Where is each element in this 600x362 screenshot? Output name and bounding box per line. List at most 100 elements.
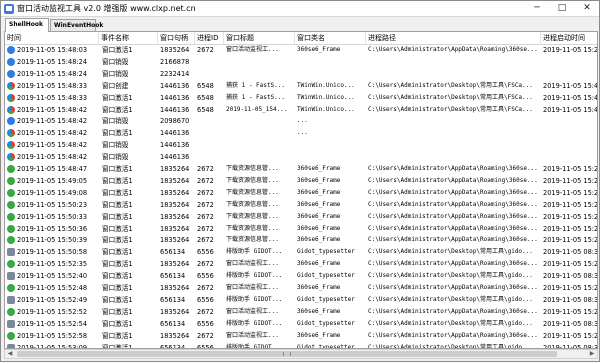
- table-row[interactable]: 2019-11-05 15:48:33 窗口创建 1446136 6548 捕获 1 -…: [5, 81, 597, 91]
- table-row[interactable]: 2019-11-05 15:50:58 窗口激活1 656134 6556 排版助手 G…: [5, 247, 598, 257]
- multicolor-icon: [7, 93, 15, 102]
- minimize-button[interactable]: ─: [525, 1, 549, 16]
- table-row[interactable]: 2019-11-05 15:52:54 窗口激活1 656134 6556 排版助手 G…: [5, 319, 597, 329]
- cell-path: [366, 128, 540, 138]
- cell-start-time: 2019-11-05 08:3: [543, 272, 598, 281]
- column-header-start-time[interactable]: 进程启动时间: [541, 32, 597, 45]
- cell-pid: 2672: [197, 236, 214, 245]
- cell-pid: [195, 128, 223, 138]
- column-header-class[interactable]: 窗口类名: [295, 32, 366, 45]
- cell-event: 窗口激活1: [102, 236, 133, 245]
- horizontal-scrollbar[interactable]: ◀ ▶: [4, 349, 598, 359]
- cell-start-time: 2019-11-05 15:2: [543, 307, 598, 316]
- tab-shellhook[interactable]: ShellHook: [5, 18, 49, 32]
- table-row[interactable]: 2019-11-05 15:52:48 窗口激活1 1835264 2672 窗口活动监…: [5, 283, 597, 293]
- cell-path: C:\Users\Administrator\AppData\Roaming\3…: [368, 236, 538, 244]
- event-list[interactable]: 时间 事件名称 窗口句柄 进程ID 窗口标题 窗口类名 进程路径 进程启动时间 …: [4, 31, 598, 349]
- cell-pid: [195, 152, 223, 162]
- table-row[interactable]: 2019-11-05 15:48:42 窗口销毁 1446136: [5, 152, 597, 162]
- cell-handle: 1446136: [160, 81, 190, 90]
- cell-path: [366, 69, 540, 79]
- cell-handle: 2098670: [160, 117, 190, 126]
- scroll-left-arrow-icon[interactable]: ◀: [5, 350, 15, 358]
- table-row[interactable]: 2019-11-05 15:50:33 窗口激活1 1835264 2672 下载资源信…: [5, 212, 598, 222]
- table-row[interactable]: 2019-11-05 15:48:33 窗口激活1 1446136 6548 捕获 1 …: [5, 93, 597, 103]
- title-bar[interactable]: 窗口活动监视工具 v2.0 增强版 www.clxp.net.cn ─ □ ✕: [1, 1, 599, 17]
- cell-start-time: 2019-11-05 15:2: [543, 212, 598, 221]
- cell-handle: 1835264: [160, 284, 190, 292]
- cell-pid: 6556: [197, 272, 214, 281]
- cell-event: 窗口激活1: [102, 284, 133, 292]
- cell-handle: 2232414: [160, 69, 190, 78]
- table-row[interactable]: 2019-11-05 15:49:08 窗口激活1 1835264 2672 下载资源信…: [5, 188, 597, 198]
- cell-window-title: 排版助手 GIDOT...: [226, 248, 283, 256]
- cell-class: ...: [297, 129, 308, 137]
- green-globe-icon: [7, 284, 15, 292]
- cell-class: 360se6_Frame: [297, 212, 341, 220]
- green-globe-icon: [7, 200, 15, 209]
- cell-start-time: 2019-11-05 15:2: [543, 46, 598, 54]
- column-header-time[interactable]: 时间: [5, 32, 99, 45]
- column-header-window-title[interactable]: 窗口标题: [224, 32, 295, 45]
- cell-class: Gidot_typesetter: [297, 295, 355, 303]
- cell-pid: 6548: [197, 105, 214, 114]
- cell-path: C:\Users\Administrator\AppData\Roaming\3…: [368, 284, 538, 291]
- cell-class: 360se6_Frame: [297, 165, 341, 172]
- table-row[interactable]: 2019-11-05 15:52:35 窗口激活1 1835264 2672 窗口活动监…: [5, 259, 597, 269]
- cell-path: C:\Users\Administrator\Desktop\常用工具\gido…: [368, 248, 533, 256]
- table-row[interactable]: 2019-11-05 15:48:42 窗口激活1 1446136...: [5, 128, 597, 138]
- cell-event: 窗口激活1: [102, 176, 133, 185]
- cell-window-title: 下载资源信息管...: [226, 236, 279, 244]
- cell-handle: 1446136: [160, 141, 190, 150]
- cell-path: C:\Users\Administrator\AppData\Roaming\3…: [368, 200, 538, 208]
- table-row[interactable]: 2019-11-05 15:48:47 窗口激活1 1835264 2672 下载资源信…: [5, 164, 597, 174]
- tab-wineventhook[interactable]: WinEventHook: [50, 19, 103, 31]
- table-row[interactable]: 2019-11-05 15:52:49 窗口激活1 656134 6556 排版助手 G…: [5, 295, 597, 305]
- cell-start-time: 2019-11-05 15:4: [543, 105, 598, 114]
- cell-start-time: 2019-11-05 15:2: [543, 200, 598, 209]
- maximize-button[interactable]: □: [550, 1, 574, 16]
- column-header-pid[interactable]: 进程ID: [195, 32, 224, 45]
- cell-time: 2019-11-05 15:52:52: [17, 307, 88, 316]
- table-row[interactable]: 2019-11-05 15:48:24 窗口销毁 2166878: [5, 57, 597, 67]
- cell-event: 窗口激活1: [102, 105, 133, 114]
- cell-pid: [195, 57, 223, 67]
- scroll-right-arrow-icon[interactable]: ▶: [587, 350, 597, 358]
- cell-time: 2019-11-05 15:48:03: [17, 46, 88, 54]
- cell-time: 2019-11-05 15:52:49: [17, 295, 88, 304]
- table-row[interactable]: 2019-11-05 15:52:40 窗口激活1 656134 6556 排版助手 G…: [5, 271, 598, 281]
- cell-window-title: 下载资源信息管...: [226, 224, 279, 232]
- app-icon: [4, 4, 14, 14]
- cell-event: 窗口激活1: [102, 272, 133, 281]
- table-row[interactable]: 2019-11-05 15:48:24 窗口销毁 2232414: [5, 69, 597, 79]
- cell-window-title: 排版助手 GIDOT...: [226, 295, 283, 303]
- cell-window-title: 捕获 1 - FastS...: [226, 93, 285, 101]
- close-button[interactable]: ✕: [575, 1, 599, 16]
- table-row[interactable]: 2019-11-05 15:48:03 窗口激活1 1835264 2672 窗口活动监…: [5, 45, 598, 55]
- table-row[interactable]: 2019-11-05 15:48:42 窗口销毁 2098670...: [5, 116, 597, 126]
- column-header-event[interactable]: 事件名称: [99, 32, 158, 45]
- app-window: 窗口活动监视工具 v2.0 增强版 www.clxp.net.cn ─ □ ✕ …: [0, 0, 600, 362]
- cell-start-time: 2019-11-05 08:3: [543, 248, 598, 257]
- column-header-path[interactable]: 进程路径: [366, 32, 541, 45]
- cell-path: C:\Users\Administrator\AppData\Roaming\3…: [368, 331, 538, 339]
- table-row[interactable]: 2019-11-05 15:48:42 窗口激活1 1446136 6548 2019-…: [5, 105, 598, 115]
- cell-time: 2019-11-05 15:50:39: [17, 236, 88, 245]
- table-row[interactable]: 2019-11-05 15:52:52 窗口激活1 1835264 2672 窗口活动监…: [5, 307, 598, 317]
- table-row[interactable]: 2019-11-05 15:50:39 窗口激活1 1835264 2672 下载资源信…: [5, 235, 597, 245]
- table-row[interactable]: 2019-11-05 15:52:58 窗口激活1 1835264 2672 窗口活动监…: [5, 331, 597, 341]
- cell-start-time: [541, 57, 597, 67]
- table-row[interactable]: 2019-11-05 15:48:42 窗口销毁 1446136: [5, 140, 597, 150]
- table-row[interactable]: 2019-11-05 15:50:36 窗口激活1 1835264 2672 下载资源信…: [5, 224, 597, 234]
- cell-class: 360se6_Frame: [297, 46, 341, 53]
- cell-time: 2019-11-05 15:48:47: [17, 165, 88, 173]
- table-row[interactable]: 2019-11-05 15:50:23 窗口激活1 1835264 2672 下载资源信…: [5, 200, 598, 210]
- table-row[interactable]: 2019-11-05 15:49:05 窗口激活1 1835264 2672 下载资源信…: [5, 176, 597, 186]
- column-header-handle[interactable]: 窗口句柄: [158, 32, 195, 45]
- cell-window-title: 窗口活动监视工...: [226, 307, 279, 315]
- cell-path: C:\Users\Administrator\AppData\Roaming\3…: [368, 188, 538, 196]
- green-globe-icon: [7, 224, 15, 233]
- cell-time: 2019-11-05 15:48:33: [17, 93, 88, 102]
- scrollbar-thumb[interactable]: [17, 351, 557, 357]
- cell-path: C:\Users\Administrator\Desktop\常用工具\FSCa…: [368, 81, 533, 89]
